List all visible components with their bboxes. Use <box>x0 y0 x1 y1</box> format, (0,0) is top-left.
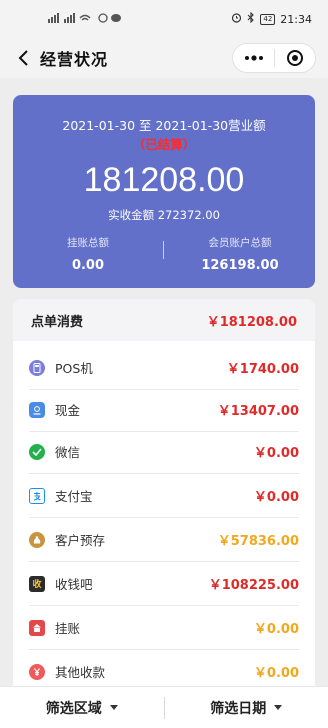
alarm-icon <box>231 12 242 26</box>
credit-total-label: 挂账总额 <box>67 237 109 249</box>
list-item-label: 现金 <box>55 403 81 418</box>
revenue-summary-card: 2021-01-30 至 2021-01-30营业额 （已结算） 181208.… <box>13 95 315 288</box>
mini-program-capsule <box>232 43 316 73</box>
signal-icon <box>48 12 94 26</box>
list-item-amount: ￥13407.00 <box>217 404 299 419</box>
member-account-block: 会员账户总额 126198.00 <box>165 235 315 273</box>
back-icon[interactable] <box>14 47 34 69</box>
list-item-label: 挂账 <box>55 621 81 636</box>
alipay-icon <box>29 487 45 504</box>
list-item[interactable]: 挂账 ￥0.00 <box>29 606 299 650</box>
list-item[interactable]: POS机 ￥1740.00 <box>29 346 299 390</box>
list-item-label: 微信 <box>55 445 81 460</box>
list-item-amount: ￥108225.00 <box>208 578 299 593</box>
status-bar: 42 21:34 <box>0 0 328 38</box>
list-item-label: 收钱吧 <box>55 577 93 592</box>
wechat-status-icon <box>98 12 124 26</box>
caret-down-icon <box>274 705 283 710</box>
filter-date-button[interactable]: 筛选日期 <box>165 687 328 728</box>
close-icon[interactable] <box>275 44 315 72</box>
cash-icon <box>29 401 45 418</box>
list-header-value: ￥181208.00 <box>206 314 297 330</box>
clock: 21:34 <box>280 12 312 26</box>
list-item-amount: ￥0.00 <box>253 490 299 505</box>
status-bar-right: 42 21:34 <box>231 11 312 26</box>
battery-icon: 42 <box>260 13 276 25</box>
date-range-text: 2021-01-30 至 2021-01-30营业额 <box>62 118 266 133</box>
list-header: 点单消费 ￥181208.00 <box>13 299 315 341</box>
list-item-label: POS机 <box>55 361 93 376</box>
pos-icon <box>29 359 45 376</box>
payment-list: 点单消费 ￥181208.00 POS机 ￥1740.00 现金 ￥13407.… <box>13 299 315 699</box>
credit-total-value: 0.00 <box>71 258 105 273</box>
list-item[interactable]: 支付宝 ￥0.00 <box>29 474 299 518</box>
list-item-amount: ￥0.00 <box>253 622 299 637</box>
filter-date-label: 筛选日期 <box>210 700 267 717</box>
list-item-amount: ￥1740.00 <box>226 362 299 377</box>
wechat-icon <box>29 443 45 460</box>
filter-area-button[interactable]: 筛选区域 <box>0 687 164 728</box>
list-item[interactable]: 现金 ￥13407.00 <box>29 388 299 432</box>
hero-divider <box>163 241 164 259</box>
list-item[interactable]: 微信 ￥0.00 <box>29 430 299 474</box>
list-header-title: 点单消费 <box>31 314 84 330</box>
page-title: 经营状况 <box>40 50 109 69</box>
settlement-status: （已结算） <box>132 137 196 152</box>
list-item-label: 其他收款 <box>55 665 106 680</box>
list-item-amount: ￥0.00 <box>253 446 299 461</box>
credit-total-block: 挂账总额 0.00 <box>13 235 163 273</box>
nav-bar: 经营状况 <box>0 38 328 78</box>
member-account-label: 会员账户总额 <box>208 237 272 249</box>
shouqianba-icon: 收 <box>29 575 45 592</box>
bluetooth-icon <box>247 11 255 26</box>
caret-down-icon <box>109 705 118 710</box>
filter-bar: 筛选区域 筛选日期 <box>0 686 328 728</box>
actual-received: 实收金额 272372.00 <box>108 208 220 222</box>
list-item-label: 支付宝 <box>55 489 93 504</box>
list-item-amount: ￥0.00 <box>253 666 299 681</box>
status-bar-left <box>48 12 124 26</box>
credit-icon <box>29 619 45 636</box>
list-item[interactable]: 收 收钱吧 ￥108225.00 <box>29 562 299 606</box>
list-item[interactable]: 客户预存 ￥57836.00 <box>29 518 299 562</box>
other-payment-icon <box>29 663 45 680</box>
more-icon[interactable] <box>233 44 274 72</box>
deposit-icon <box>29 531 45 548</box>
member-account-value: 126198.00 <box>201 258 279 273</box>
list-item-label: 客户预存 <box>55 533 106 548</box>
revenue-total: 181208.00 <box>83 161 245 199</box>
list-item-amount: ￥57836.00 <box>217 534 299 549</box>
filter-area-label: 筛选区域 <box>45 700 102 717</box>
